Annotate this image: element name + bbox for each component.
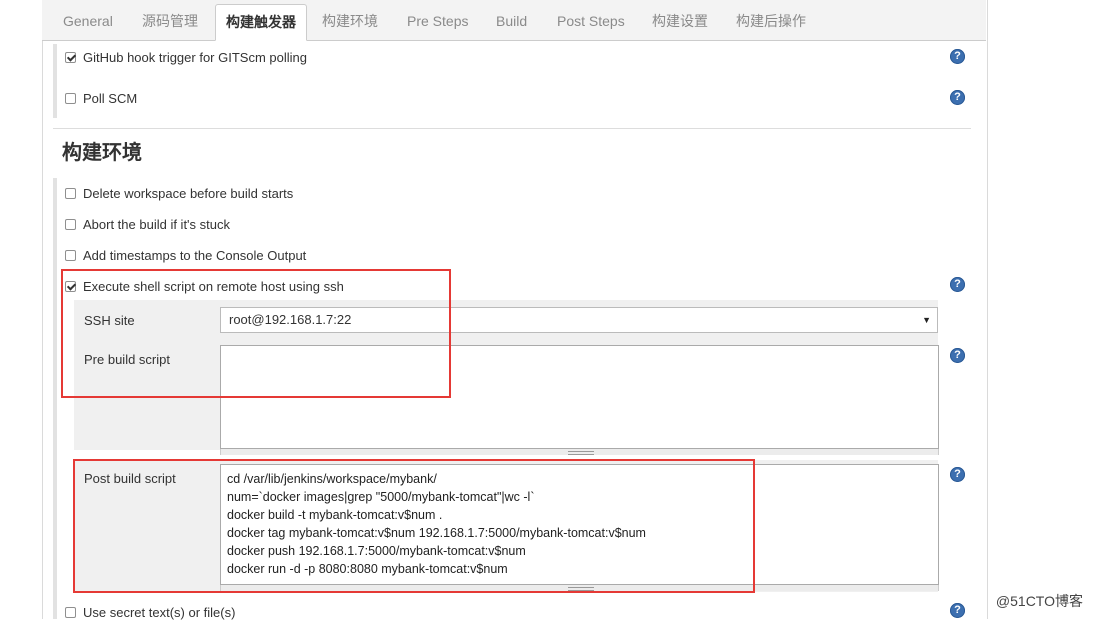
post-build-label: Post build script <box>84 471 176 486</box>
delete-workspace-label: Delete workspace before build starts <box>83 186 294 201</box>
section-divider <box>53 128 971 129</box>
poll-scm-help-icon[interactable]: ? <box>950 90 965 105</box>
github-hook-help-icon[interactable]: ? <box>950 49 965 64</box>
tab-build-triggers[interactable]: 构建触发器 <box>215 4 307 41</box>
secret-checkbox[interactable] <box>65 607 76 618</box>
dropdown-arrow-icon: ▼ <box>922 315 931 325</box>
pre-build-help-icon[interactable]: ? <box>950 348 965 363</box>
pre-build-label: Pre build script <box>84 352 170 367</box>
abort-stuck-label: Abort the build if it's stuck <box>83 217 230 232</box>
github-hook-checkbox[interactable] <box>65 52 76 63</box>
tab-build[interactable]: Build <box>496 4 527 39</box>
post-build-help-icon[interactable]: ? <box>950 467 965 482</box>
secret-option[interactable]: Use secret text(s) or file(s) <box>65 605 235 620</box>
poll-scm-option[interactable]: Poll SCM <box>65 91 137 106</box>
abort-stuck-checkbox[interactable] <box>65 219 76 230</box>
timestamps-label: Add timestamps to the Console Output <box>83 248 307 263</box>
tab-general[interactable]: General <box>63 4 113 39</box>
build-env-heading: 构建环境 <box>62 142 142 164</box>
ssh-script-checkbox[interactable] <box>65 281 76 292</box>
github-hook-label: GitHub hook trigger for GITScm polling <box>83 50 307 65</box>
ssh-site-select[interactable]: root@192.168.1.7:22 ▼ <box>220 307 938 333</box>
post-build-resize-grip[interactable] <box>220 585 939 591</box>
delete-workspace-option[interactable]: Delete workspace before build starts <box>65 186 293 201</box>
delete-workspace-checkbox[interactable] <box>65 188 76 199</box>
pre-build-script-input[interactable] <box>220 345 939 449</box>
tab-build-settings[interactable]: 构建设置 <box>652 4 708 39</box>
ssh-script-option[interactable]: Execute shell script on remote host usin… <box>65 279 344 294</box>
github-hook-option[interactable]: GitHub hook trigger for GITScm polling <box>65 50 307 65</box>
build-env-section-bar <box>53 178 57 619</box>
tab-source-control[interactable]: 源码管理 <box>142 4 198 39</box>
tab-pre-steps[interactable]: Pre Steps <box>407 4 468 39</box>
ssh-site-label: SSH site <box>84 313 135 328</box>
timestamps-option[interactable]: Add timestamps to the Console Output <box>65 248 306 263</box>
watermark: @51CTO博客 <box>995 593 1083 609</box>
timestamps-checkbox[interactable] <box>65 250 76 261</box>
ssh-script-help-icon[interactable]: ? <box>950 277 965 292</box>
poll-scm-checkbox[interactable] <box>65 93 76 104</box>
post-build-script-input[interactable]: cd /var/lib/jenkins/workspace/mybank/ nu… <box>220 464 939 585</box>
ssh-script-label: Execute shell script on remote host usin… <box>83 279 344 294</box>
secret-label: Use secret text(s) or file(s) <box>83 605 236 620</box>
triggers-section-bar <box>53 44 57 118</box>
poll-scm-label: Poll SCM <box>83 91 138 106</box>
tab-post-steps[interactable]: Post Steps <box>557 4 625 39</box>
tab-post-build-actions[interactable]: 构建后操作 <box>736 4 806 39</box>
tab-build-environment[interactable]: 构建环境 <box>322 4 378 39</box>
secret-help-icon[interactable]: ? <box>950 603 965 618</box>
abort-stuck-option[interactable]: Abort the build if it's stuck <box>65 217 230 232</box>
ssh-site-value: root@192.168.1.7:22 <box>229 312 352 327</box>
pre-build-resize-grip[interactable] <box>220 449 939 455</box>
